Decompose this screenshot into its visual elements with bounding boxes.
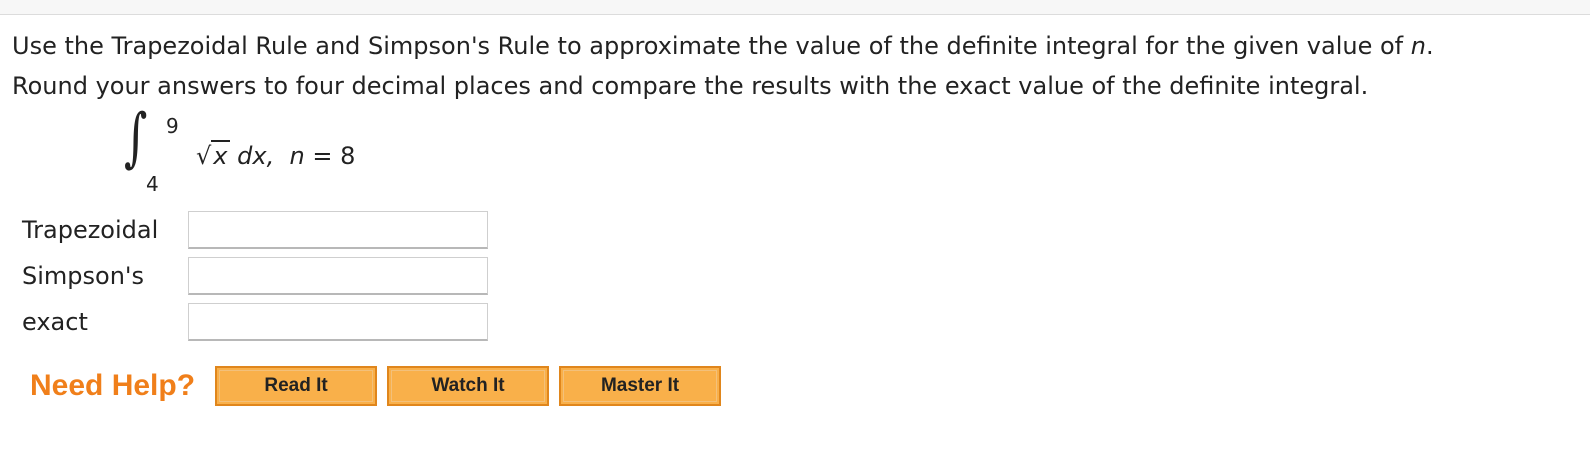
answer-fields: Trapezoidal Simpson's exact	[22, 207, 488, 345]
integrand: √x dx, n = 8	[196, 140, 356, 170]
question-line-1: Use the Trapezoidal Rule and Simpson's R…	[12, 26, 1572, 66]
trapezoidal-label: Trapezoidal	[22, 216, 159, 244]
trapezoidal-input[interactable]	[188, 211, 488, 249]
integral-lower-limit: 4	[146, 172, 159, 196]
simpsons-label: Simpson's	[22, 262, 145, 290]
question-line-1-text: Use the Trapezoidal Rule and Simpson's R…	[12, 32, 1411, 60]
question-var-n: n	[1410, 32, 1426, 60]
integral-expression: ∫ 9 4 √x dx, n = 8	[124, 106, 424, 202]
n-value: = 8	[304, 142, 356, 170]
master-it-button[interactable]: Master It	[559, 366, 722, 406]
answer-row-simpsons: Simpson's	[22, 253, 488, 299]
simpsons-input[interactable]	[188, 257, 488, 295]
radicand: x	[211, 140, 230, 170]
top-bar	[0, 0, 1590, 15]
n-variable: n	[289, 142, 305, 170]
question-text: Use the Trapezoidal Rule and Simpson's R…	[12, 26, 1572, 106]
watch-it-button[interactable]: Watch It	[387, 366, 550, 406]
question-line-1-end: .	[1425, 32, 1434, 60]
answer-row-trapezoidal: Trapezoidal	[22, 207, 488, 253]
sqrt-sign: √	[196, 142, 212, 170]
exact-input[interactable]	[188, 303, 488, 341]
read-it-button[interactable]: Read It	[215, 366, 378, 406]
answer-row-exact: exact	[22, 299, 488, 345]
need-help-bar: Need Help? Read It Watch It Master It	[30, 366, 731, 406]
differential: dx,	[237, 142, 275, 170]
exact-label: exact	[22, 308, 88, 336]
integral-upper-limit: 9	[166, 114, 179, 138]
integral-sign: ∫	[124, 101, 148, 175]
question-line-2: Round your answers to four decimal place…	[12, 72, 1369, 100]
need-help-label: Need Help?	[30, 369, 196, 402]
